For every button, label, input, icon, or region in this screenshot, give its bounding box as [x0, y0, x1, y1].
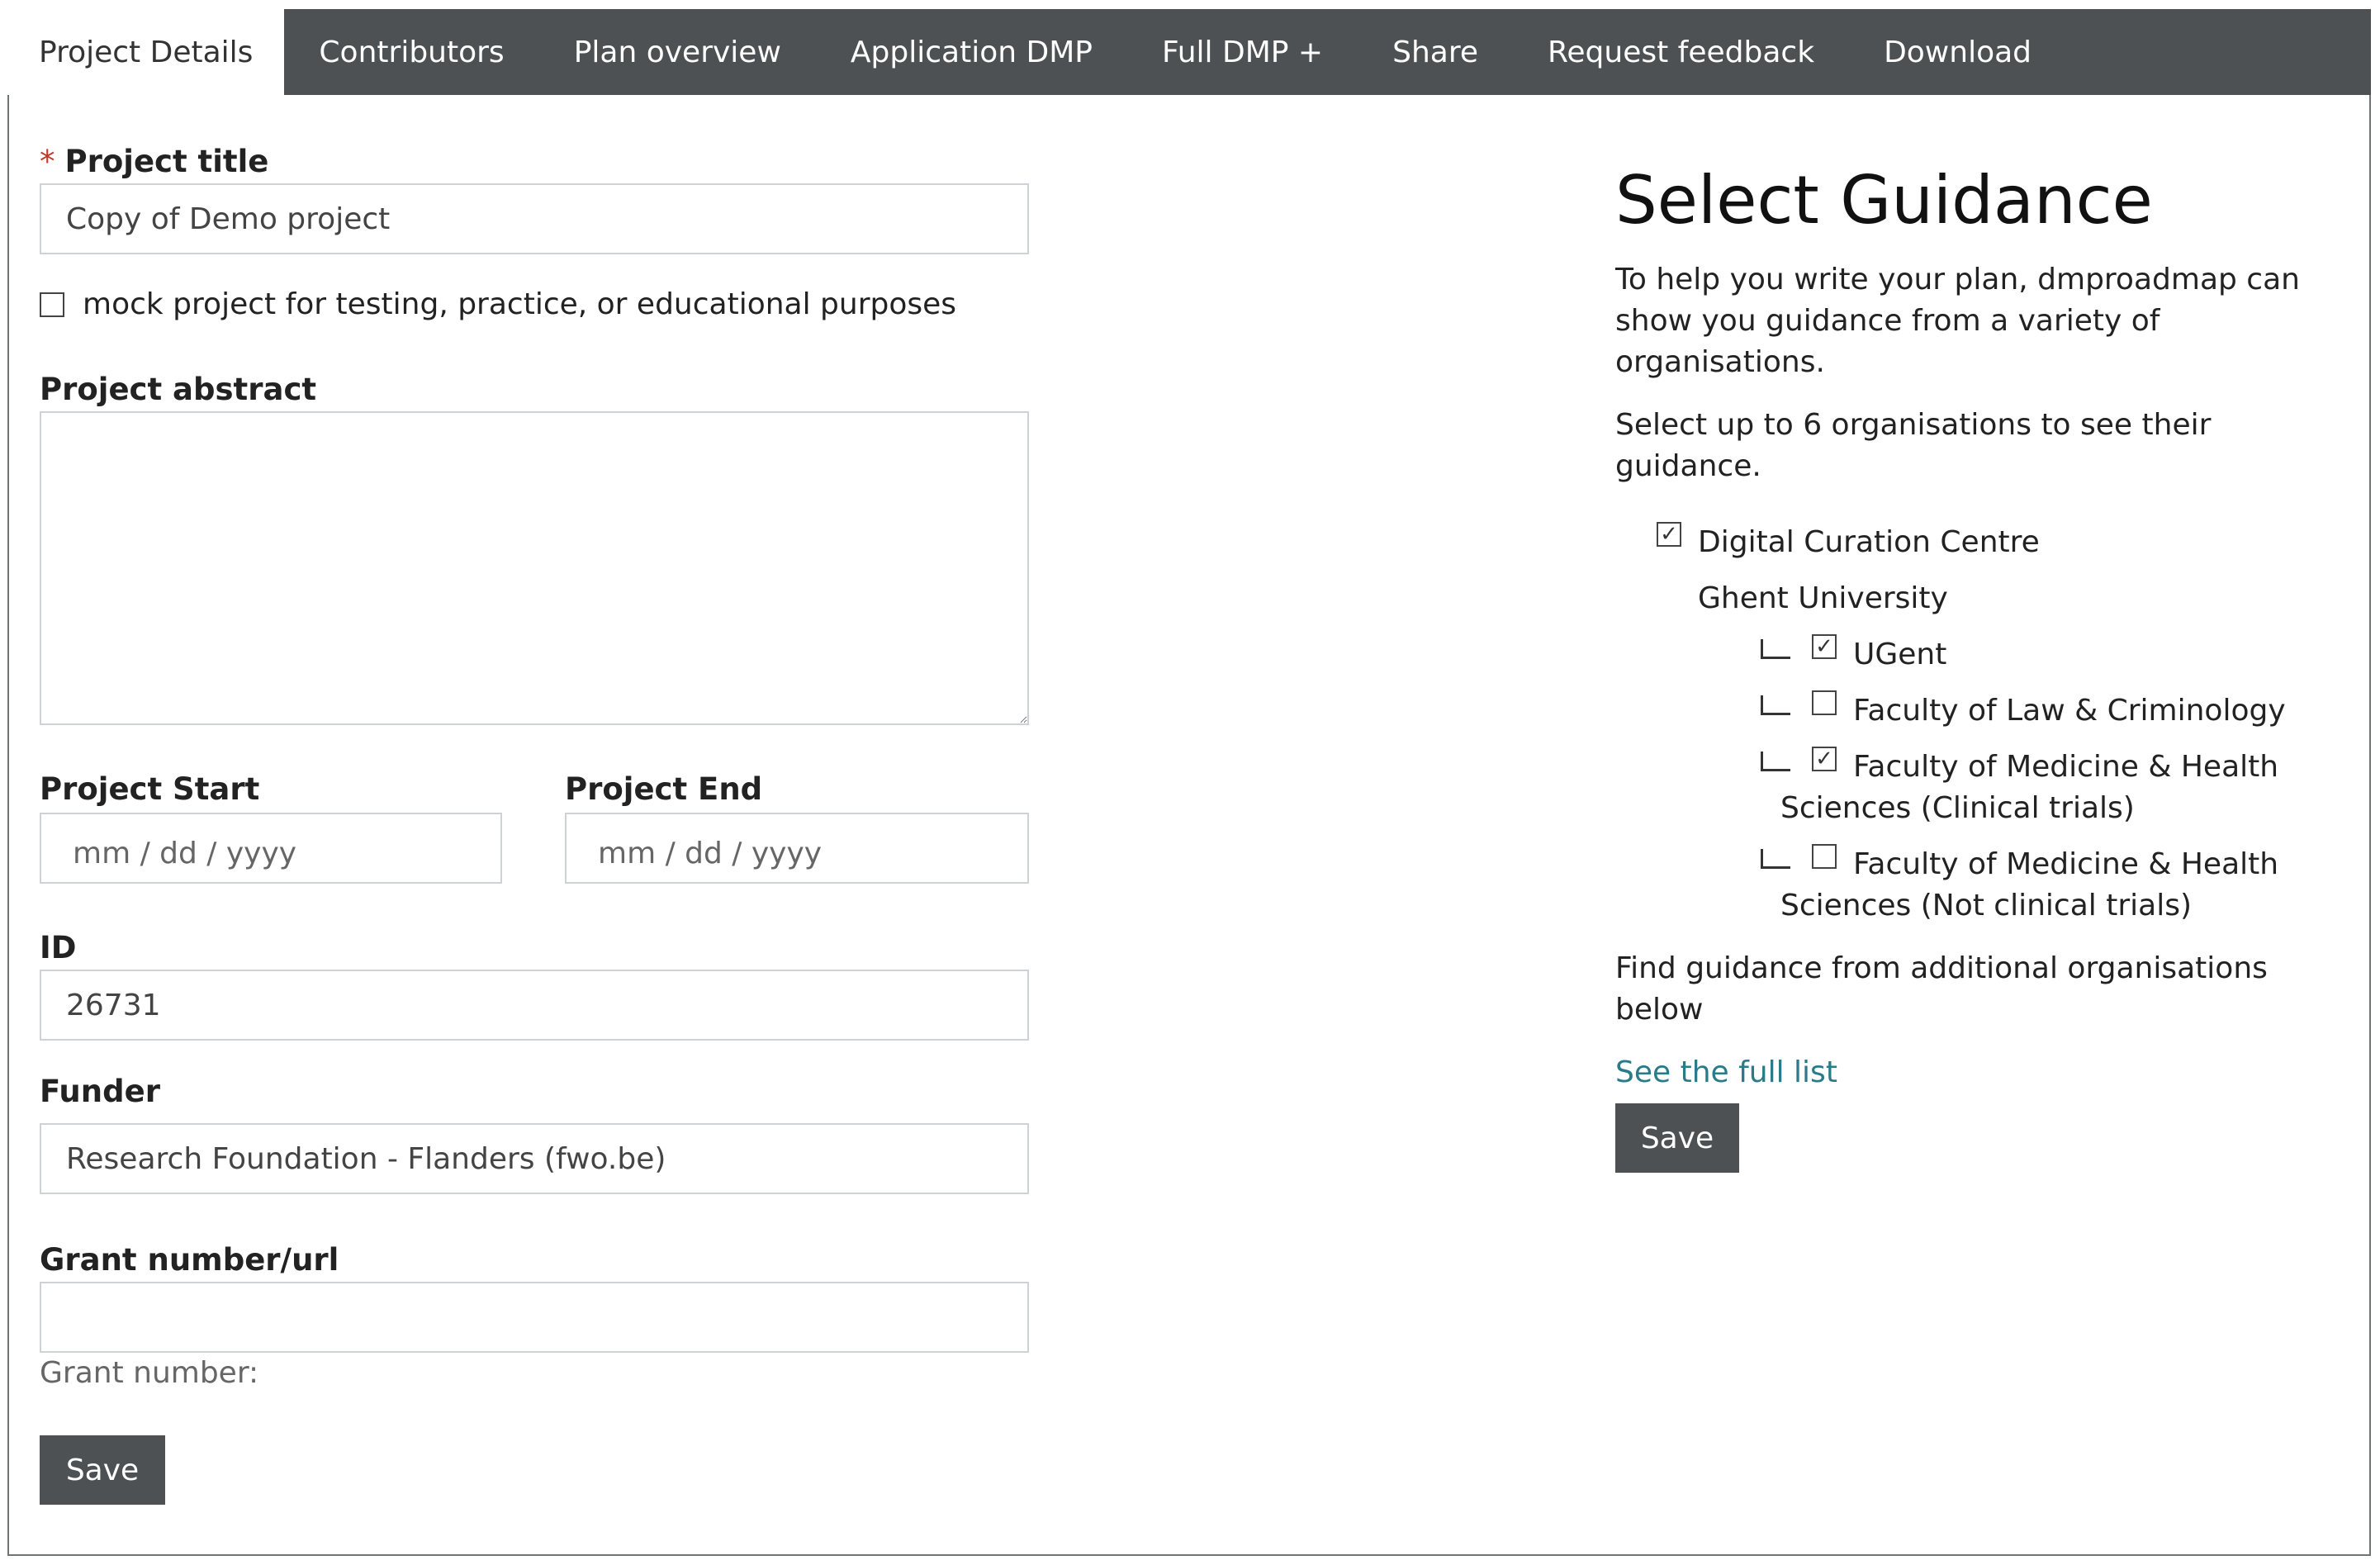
guidance-select-line2: guidance. [1615, 449, 1761, 483]
check-icon: ✓ [1815, 747, 1833, 771]
tab-download[interactable]: Download [1849, 9, 2066, 95]
guidance-select-line1: Select up to 6 organisations to see thei… [1615, 408, 2212, 442]
project-end-label: Project End [565, 771, 763, 807]
grant-number-label: Grant number/url [40, 1242, 339, 1278]
ugent-label: UGent [1853, 638, 1947, 671]
see-full-list-link[interactable]: See the full list [1615, 1052, 1837, 1093]
project-start-input[interactable]: mm / dd / yyyy [40, 813, 502, 884]
tab-full-dmp[interactable]: Full DMP + [1127, 9, 1358, 95]
dcc-checkbox[interactable]: ✓ [1657, 522, 1681, 547]
project-title-input[interactable] [40, 183, 1029, 254]
find-guidance-line1: Find guidance from additional organisati… [1615, 951, 2268, 985]
medicine-clinical-label-line2: Sciences (Clinical trials) [1780, 791, 2135, 825]
mock-project-label: mock project for testing, practice, or e… [83, 287, 957, 321]
guidance-save-button[interactable]: Save [1615, 1103, 1739, 1173]
law-faculty-checkbox[interactable] [1812, 690, 1837, 715]
tree-branch-icon [1761, 752, 1790, 771]
tree-branch-icon [1761, 849, 1790, 869]
ghent-university-group: Ghent University [1698, 581, 1948, 615]
tab-share[interactable]: Share [1358, 9, 1513, 95]
medicine-nonclinical-label-line2: Sciences (Not clinical trials) [1780, 889, 2193, 922]
funder-label: Funder [40, 1074, 160, 1109]
ugent-checkbox[interactable]: ✓ [1812, 634, 1837, 659]
grant-number-input[interactable] [40, 1282, 1029, 1353]
id-input[interactable] [40, 970, 1029, 1041]
mock-project-checkbox[interactable] [40, 292, 64, 317]
project-start-label: Project Start [40, 771, 260, 807]
dcc-label: Digital Curation Centre [1698, 525, 2040, 559]
medicine-nonclinical-checkbox[interactable] [1812, 844, 1837, 869]
tab-plan-overview[interactable]: Plan overview [539, 9, 816, 95]
project-abstract-label: Project abstract [40, 372, 317, 407]
check-icon: ✓ [1660, 522, 1678, 547]
tab-application-dmp[interactable]: Application DMP [816, 9, 1127, 95]
tab-request-feedback[interactable]: Request feedback [1513, 9, 1849, 95]
guidance-intro-line3: organisations. [1615, 345, 1825, 379]
medicine-clinical-label-line1: Faculty of Medicine & Health [1853, 750, 2279, 784]
project-title-label: * Project title [40, 144, 269, 179]
law-faculty-label: Faculty of Law & Criminology [1853, 694, 2286, 728]
check-icon: ✓ [1815, 634, 1833, 659]
project-save-button[interactable]: Save [40, 1435, 165, 1505]
medicine-clinical-checkbox[interactable]: ✓ [1812, 747, 1837, 771]
tab-contributors[interactable]: Contributors [284, 9, 538, 95]
tab-bar: Project Details Contributors Plan overvi… [7, 9, 2371, 95]
project-end-input[interactable]: mm / dd / yyyy [565, 813, 1029, 884]
guidance-intro-line1: To help you write your plan, dmproadmap … [1615, 263, 2300, 296]
id-label: ID [40, 930, 77, 965]
tree-branch-icon [1761, 695, 1790, 715]
tree-branch-icon [1761, 639, 1790, 659]
grant-number-hint: Grant number: [40, 1356, 259, 1390]
guidance-heading: Select Guidance [1615, 162, 2153, 239]
funder-input[interactable] [40, 1123, 1029, 1194]
medicine-nonclinical-label-line1: Faculty of Medicine & Health [1853, 847, 2279, 881]
tab-project-details[interactable]: Project Details [7, 9, 285, 95]
find-guidance-line2: below [1615, 993, 1704, 1027]
guidance-intro-line2: show you guidance from a variety of [1615, 304, 2160, 338]
required-marker: * [40, 144, 55, 179]
project-abstract-textarea[interactable] [40, 411, 1029, 725]
